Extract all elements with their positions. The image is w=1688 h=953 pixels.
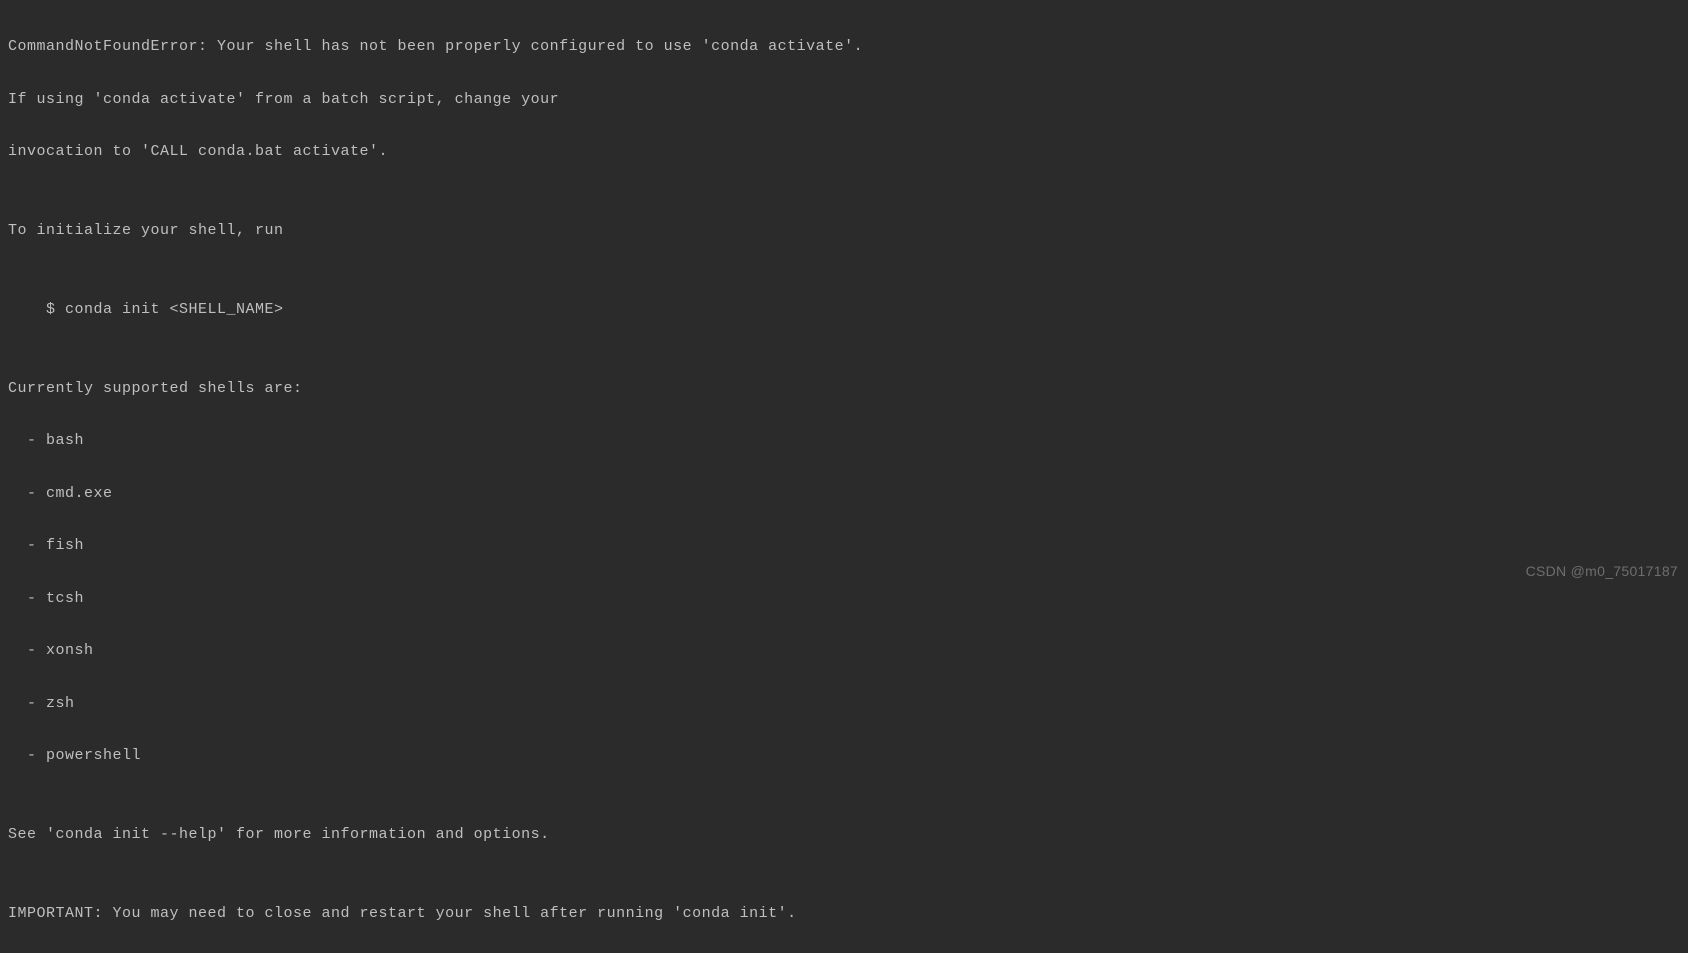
- terminal-line: To initialize your shell, run: [8, 218, 1680, 244]
- terminal-line: invocation to 'CALL conda.bat activate'.: [8, 139, 1680, 165]
- terminal-line: - powershell: [8, 743, 1680, 769]
- terminal-line: IMPORTANT: You may need to close and res…: [8, 901, 1680, 927]
- terminal-line: - fish: [8, 533, 1680, 559]
- terminal-line: - bash: [8, 428, 1680, 454]
- terminal-line: - xonsh: [8, 638, 1680, 664]
- terminal-line: If using 'conda activate' from a batch s…: [8, 87, 1680, 113]
- terminal-line: Currently supported shells are:: [8, 376, 1680, 402]
- terminal-line: - zsh: [8, 691, 1680, 717]
- terminal-line: CommandNotFoundError: Your shell has not…: [8, 34, 1680, 60]
- watermark: CSDN @m0_75017187: [1526, 559, 1678, 584]
- terminal-line: - tcsh: [8, 586, 1680, 612]
- terminal-output: CommandNotFoundError: Your shell has not…: [8, 8, 1680, 953]
- terminal-line: See 'conda init --help' for more informa…: [8, 822, 1680, 848]
- terminal-line: $ conda init <SHELL_NAME>: [8, 297, 1680, 323]
- terminal-line: - cmd.exe: [8, 481, 1680, 507]
